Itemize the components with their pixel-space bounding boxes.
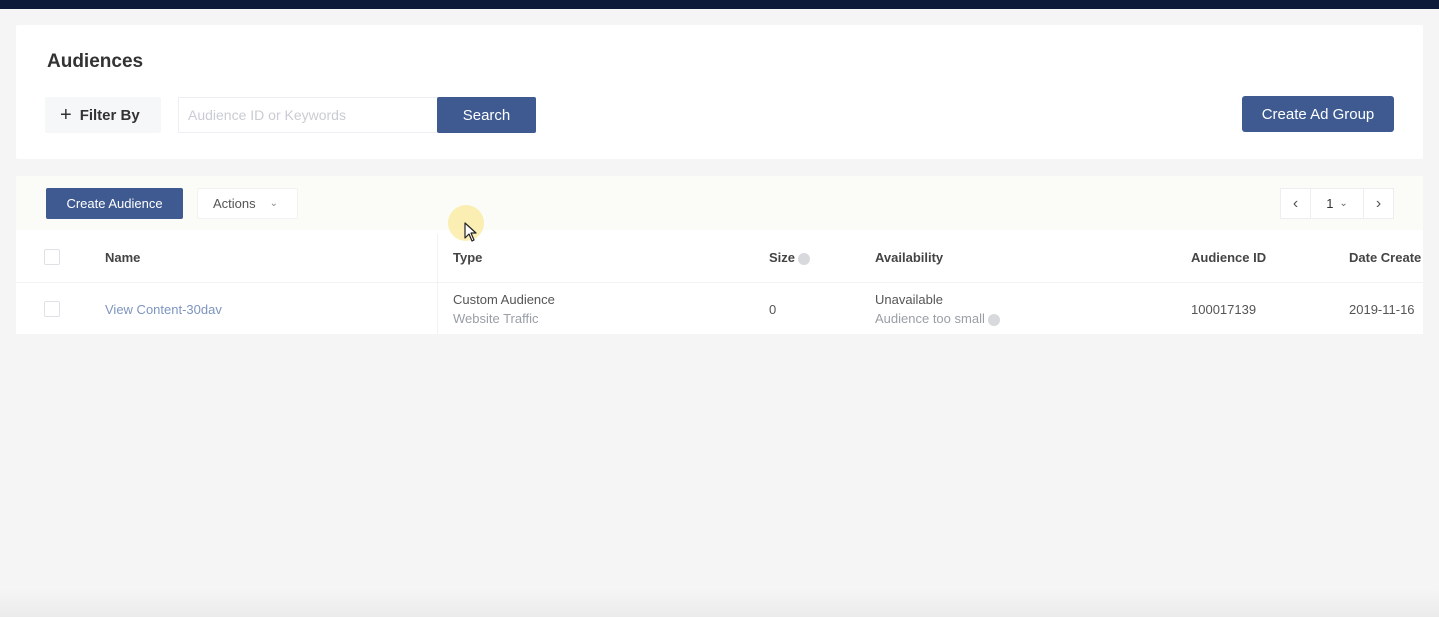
table-toolbar: Create Audience Actions ⌄ ‹ 1 ⌄ ›	[16, 176, 1423, 230]
top-nav-bar	[0, 0, 1439, 9]
create-audience-button[interactable]: Create Audience	[46, 188, 183, 219]
column-header-audience-id[interactable]: Audience ID	[1191, 250, 1266, 265]
search-input[interactable]	[178, 97, 437, 133]
column-divider	[437, 234, 438, 334]
filter-by-button[interactable]: + Filter By	[45, 97, 161, 133]
page-bottom-edge	[0, 590, 1439, 617]
audience-type: Custom Audience	[453, 292, 555, 307]
column-header-date-created[interactable]: Date Create	[1349, 250, 1421, 265]
audiences-header-card: Audiences + Filter By Search Create Ad G…	[16, 25, 1423, 159]
audience-availability: Unavailable	[875, 292, 943, 307]
audience-name-link[interactable]: View Content-30dav	[105, 302, 222, 317]
next-page-button[interactable]: ›	[1363, 189, 1393, 218]
availability-reason-text: Audience too small	[875, 311, 985, 326]
search-button[interactable]: Search	[437, 97, 536, 133]
header-row-divider	[16, 282, 1423, 283]
audience-date-created: 2019-11-16	[1349, 302, 1415, 317]
chevron-left-icon: ‹	[1292, 194, 1299, 212]
chevron-right-icon: ›	[1375, 194, 1382, 212]
plus-icon: +	[60, 104, 72, 126]
chevron-down-icon: ⌄	[269, 198, 279, 209]
row-checkbox[interactable]	[44, 301, 60, 317]
chevron-down-icon: ⌄	[1339, 198, 1348, 209]
audience-subtype: Website Traffic	[453, 311, 539, 326]
column-header-availability[interactable]: Availability	[875, 250, 943, 265]
filter-by-label: Filter By	[79, 106, 140, 124]
column-header-name[interactable]: Name	[105, 250, 140, 265]
pagination: ‹ 1 ⌄ ›	[1280, 188, 1394, 219]
current-page: 1	[1326, 196, 1334, 211]
actions-dropdown[interactable]: Actions ⌄	[197, 188, 298, 219]
previous-page-button[interactable]: ‹	[1281, 189, 1311, 218]
actions-label: Actions	[213, 196, 256, 211]
info-icon[interactable]	[987, 313, 1000, 326]
create-ad-group-button[interactable]: Create Ad Group	[1242, 96, 1394, 132]
page-title: Audiences	[47, 51, 144, 72]
column-header-size[interactable]: Size	[769, 250, 811, 265]
column-header-type[interactable]: Type	[453, 250, 482, 265]
info-icon[interactable]	[798, 252, 811, 265]
column-header-size-label: Size	[769, 250, 796, 265]
select-all-checkbox[interactable]	[44, 249, 60, 265]
availability-reason: Audience too small	[875, 311, 1000, 326]
audiences-table-card: Create Audience Actions ⌄ ‹ 1 ⌄ › Name T…	[16, 176, 1423, 334]
page-select[interactable]: 1 ⌄	[1311, 196, 1363, 211]
audience-id: 100017139	[1191, 302, 1257, 317]
audience-size: 0	[769, 302, 777, 317]
mouse-pointer-icon	[464, 222, 477, 242]
